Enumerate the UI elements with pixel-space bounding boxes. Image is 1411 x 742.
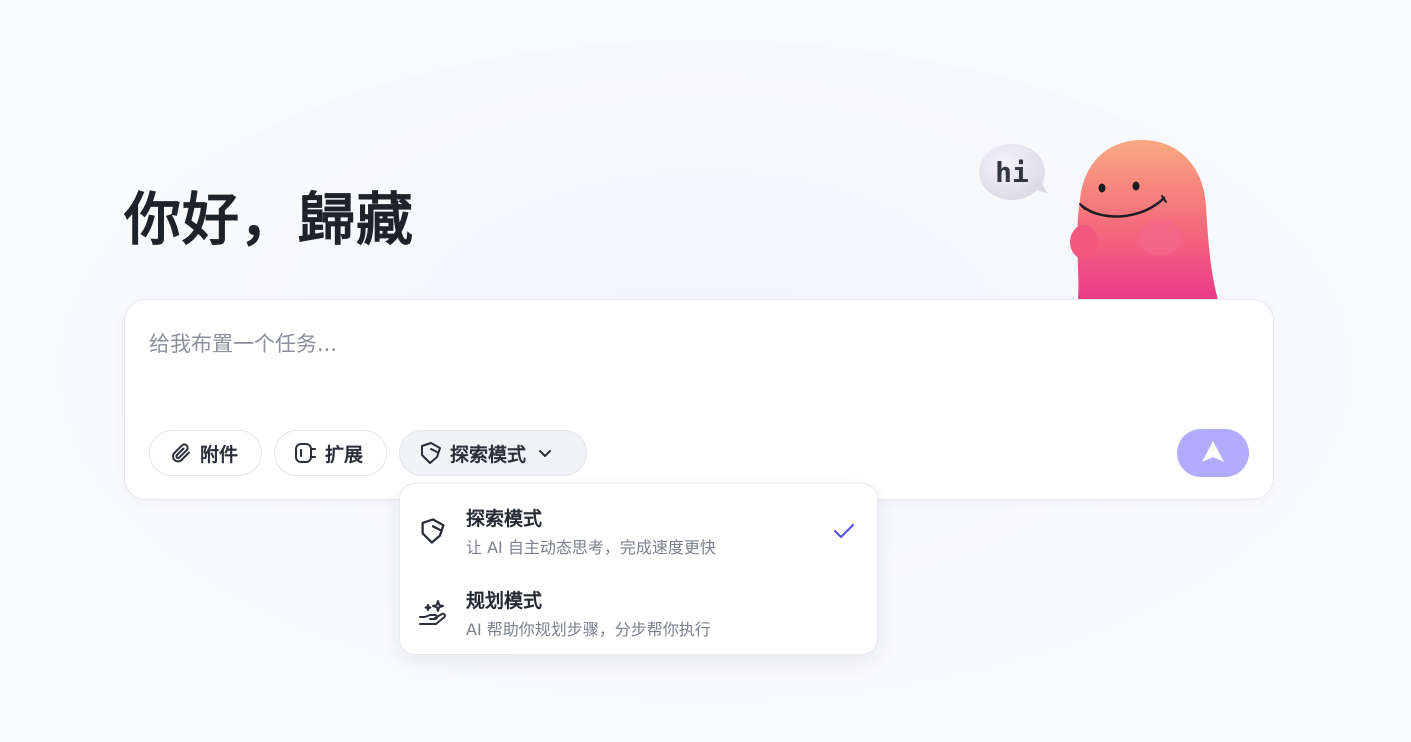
send-arrow-icon xyxy=(1200,439,1226,468)
hand-sparkle-icon xyxy=(418,598,448,628)
attach-label: 附件 xyxy=(200,443,239,466)
mode-option-title: 规划模式 xyxy=(466,590,543,612)
mode-option-title: 探索模式 xyxy=(466,508,543,530)
extension-label: 扩展 xyxy=(325,443,364,466)
mode-dropdown-menu: 探索模式 让 AI 自主动态思考，完成速度更快 规划模式 AI 帮助你规划步骤，… xyxy=(399,483,878,655)
mode-option-description: AI 帮助你规划步骤，分步帮你执行 xyxy=(466,620,711,639)
attach-button[interactable]: 附件 xyxy=(149,430,262,476)
extension-button[interactable]: 扩展 xyxy=(274,430,387,476)
paperclip-icon xyxy=(168,440,194,466)
mode-selector[interactable]: 探索模式 xyxy=(399,430,587,476)
tag-icon xyxy=(418,440,444,466)
greeting-title: 你好，歸藏 xyxy=(124,187,414,253)
mode-label: 探索模式 xyxy=(450,443,527,466)
mascot-illustration: hi xyxy=(979,140,1218,300)
speech-bubble: hi xyxy=(979,144,1048,200)
task-input[interactable] xyxy=(149,324,1149,364)
check-icon xyxy=(831,518,857,544)
mode-option-description: 让 AI 自主动态思考，完成速度更快 xyxy=(466,538,716,557)
chevron-down-icon xyxy=(532,440,558,466)
bubble-text: hi xyxy=(995,156,1029,189)
task-composer: 附件 扩展 探索模式 xyxy=(124,299,1274,500)
plug-icon xyxy=(293,440,319,466)
mode-option-explore[interactable]: 探索模式 让 AI 自主动态思考，完成速度更快 xyxy=(400,488,877,568)
mode-option-plan[interactable]: 规划模式 AI 帮助你规划步骤，分步帮你执行 xyxy=(400,570,877,650)
tag-icon xyxy=(418,516,448,546)
send-button[interactable] xyxy=(1177,429,1249,477)
